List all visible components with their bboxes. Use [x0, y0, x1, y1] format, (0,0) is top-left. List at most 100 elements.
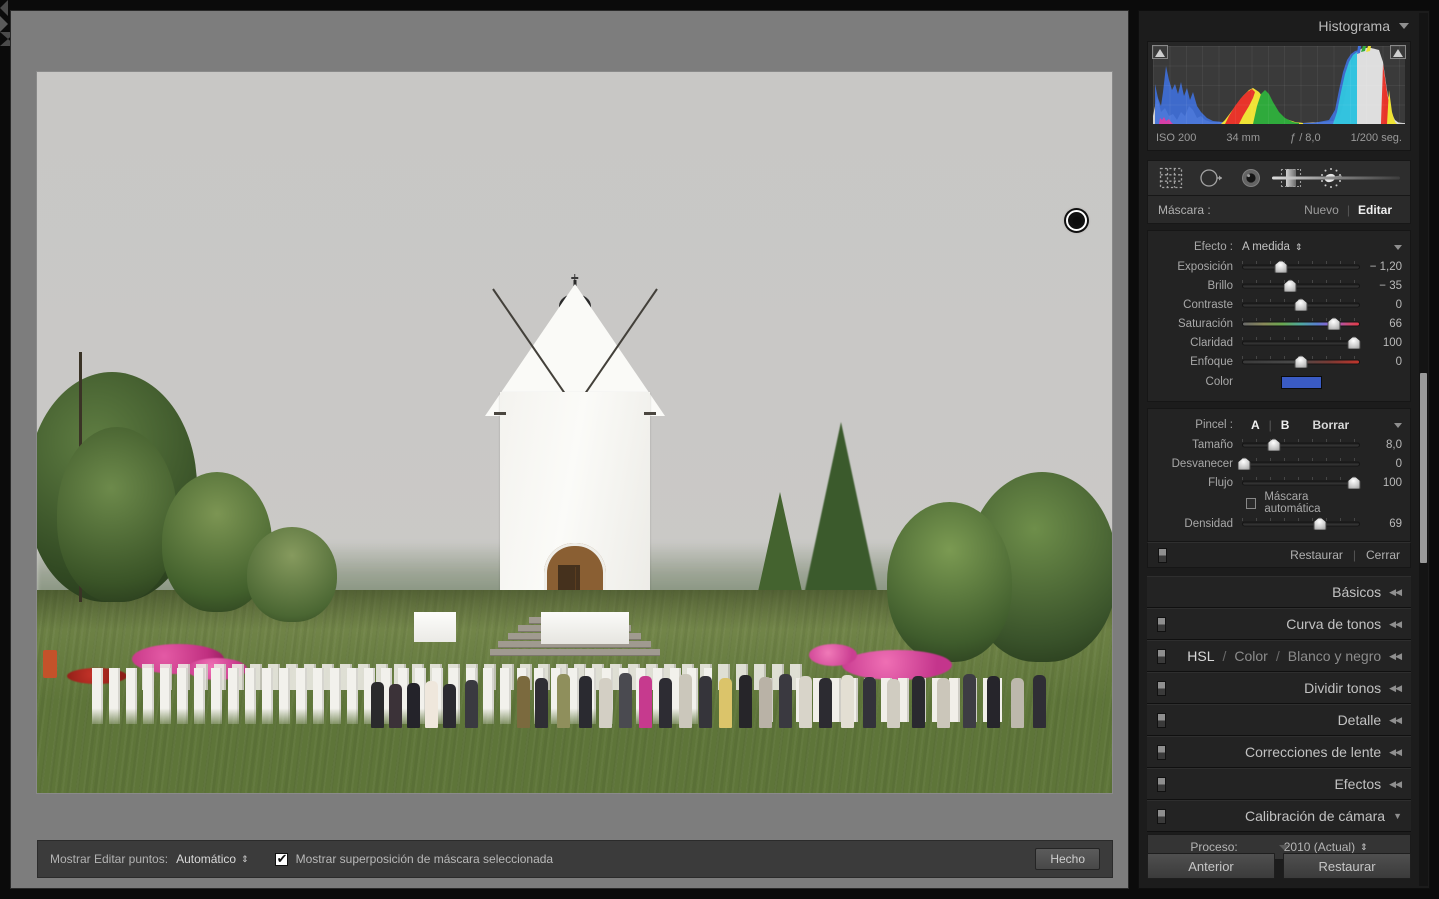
edit-pins-select[interactable]: Automático ⇕ — [176, 852, 249, 866]
slider-value[interactable]: 0 — [1360, 299, 1402, 311]
panel-title: Dividir tonos — [1304, 680, 1381, 696]
slider-label: Contraste — [1156, 299, 1242, 311]
crop-overlay-tool-icon[interactable] — [1158, 166, 1184, 190]
mask-edit-button[interactable]: Editar — [1350, 203, 1400, 217]
color-row: Color — [1148, 371, 1410, 393]
brush-erase-button[interactable]: Borrar — [1312, 418, 1349, 432]
slider-value[interactable]: 66 — [1360, 318, 1402, 330]
collapse-arrows-icon[interactable]: ◀◀ — [1389, 715, 1401, 726]
brush-stroke-indicator — [1272, 177, 1400, 180]
brush-a-button[interactable]: A — [1242, 418, 1269, 432]
panel-switch[interactable] — [1157, 745, 1166, 760]
histogram-panel[interactable]: ISO 200 34 mm ƒ / 8,0 1/200 seg. — [1147, 41, 1411, 151]
collapse-arrows-icon[interactable]: ◀◀ — [1389, 651, 1401, 662]
edit-pins-label: Mostrar Editar puntos: — [50, 852, 168, 866]
effect-collapse-icon[interactable] — [1394, 245, 1402, 250]
slider-value[interactable]: 0 — [1360, 356, 1402, 368]
slider-label: Desvanecer — [1156, 458, 1242, 470]
color-tab[interactable]: Color — [1234, 648, 1267, 664]
collapse-arrows-icon[interactable]: ◀◀ — [1389, 587, 1401, 598]
brillo-slider[interactable] — [1242, 279, 1360, 293]
panel-title: Básicos — [1332, 584, 1381, 600]
adjustment-brush-pin[interactable] — [1066, 210, 1087, 231]
histogram-header[interactable]: Histograma — [1139, 11, 1419, 41]
panel-switch[interactable] — [1157, 681, 1166, 696]
slider-row-claridad: Claridad 100 — [1148, 333, 1410, 352]
chevron-down-icon[interactable] — [1399, 23, 1409, 29]
mask-reset-button[interactable]: Restaurar — [1290, 548, 1343, 562]
panel-row-curva-de-tonos[interactable]: Curva de tonos ◀◀ — [1147, 608, 1411, 640]
shadow-clipping-indicator[interactable] — [1152, 45, 1168, 59]
color-swatch[interactable] — [1281, 376, 1322, 389]
panel-row-calibracion-camara[interactable]: Calibración de cámara ▼ — [1147, 800, 1411, 832]
panel-title: Efectos — [1334, 776, 1381, 792]
right-panel-toggle-handle[interactable] — [0, 16, 8, 32]
enfoque-slider[interactable] — [1242, 355, 1360, 369]
red-eye-tool-icon[interactable] — [1238, 166, 1264, 190]
slider-value[interactable]: − 35 — [1360, 280, 1402, 292]
effect-preset-select[interactable]: A medida ⇕ — [1242, 241, 1303, 253]
edit-pins-value: Automático — [176, 852, 236, 866]
right-panel-scroll-content: Histograma — [1139, 11, 1419, 888]
auto-mask-row: Máscara automática — [1148, 492, 1410, 514]
stepper-icon: ⇕ — [1360, 843, 1368, 852]
reset-button[interactable]: Restaurar — [1283, 853, 1411, 879]
expand-arrows-icon[interactable]: ▼ — [1393, 811, 1401, 821]
panel-row-detalle[interactable]: Detalle ◀◀ — [1147, 704, 1411, 736]
panel-switch[interactable] — [1157, 777, 1166, 792]
collapse-arrows-icon[interactable]: ◀◀ — [1389, 779, 1401, 790]
panel-switch[interactable] — [1157, 649, 1166, 664]
panel-switch[interactable] — [1157, 713, 1166, 728]
desvanecer-slider[interactable] — [1242, 457, 1360, 471]
right-panel: Histograma — [1138, 10, 1430, 889]
slider-value[interactable]: 69 — [1360, 518, 1402, 530]
exif-shutter: 1/200 seg. — [1351, 132, 1402, 144]
saturacion-slider[interactable] — [1242, 317, 1360, 331]
scrollbar-thumb[interactable] — [1420, 373, 1427, 563]
left-panel-toggle-handle[interactable] — [0, 0, 8, 16]
collapse-arrows-icon[interactable]: ◀◀ — [1389, 619, 1401, 630]
effect-preset-value: A medida — [1242, 241, 1290, 253]
slider-value[interactable]: 100 — [1360, 477, 1402, 489]
mask-enable-switch[interactable] — [1158, 548, 1167, 563]
image-canvas[interactable]: Mostrar Editar puntos: Automático ⇕ Most… — [10, 10, 1129, 889]
histogram-plot — [1153, 46, 1405, 124]
hsl-separator-2: / — [1276, 648, 1280, 664]
bw-tab[interactable]: Blanco y negro — [1288, 648, 1381, 664]
contraste-slider[interactable] — [1242, 298, 1360, 312]
slider-value[interactable]: 8,0 — [1360, 439, 1402, 451]
panel-row-basicos[interactable]: Básicos ◀◀ — [1147, 576, 1411, 608]
previous-button[interactable]: Anterior — [1147, 853, 1275, 879]
flujo-slider[interactable] — [1242, 476, 1360, 490]
slider-label: Brillo — [1156, 280, 1242, 292]
slider-value[interactable]: 0 — [1360, 458, 1402, 470]
panel-row-correcciones-lente[interactable]: Correcciones de lente ◀◀ — [1147, 736, 1411, 768]
auto-mask-checkbox[interactable] — [1246, 498, 1256, 509]
claridad-slider[interactable] — [1242, 336, 1360, 350]
panel-switch[interactable] — [1157, 809, 1166, 824]
mask-close-button[interactable]: Cerrar — [1366, 548, 1400, 562]
hsl-tab[interactable]: HSL — [1187, 648, 1214, 664]
tamano-slider[interactable] — [1242, 438, 1360, 452]
densidad-slider[interactable] — [1242, 517, 1360, 531]
panel-row-dividir-tonos[interactable]: Dividir tonos ◀◀ — [1147, 672, 1411, 704]
slider-value[interactable]: − 1,20 — [1360, 261, 1402, 273]
mask-new-button[interactable]: Nuevo — [1296, 203, 1347, 217]
highlight-clipping-indicator[interactable] — [1390, 45, 1406, 59]
spot-removal-tool-icon[interactable] — [1198, 166, 1224, 190]
panel-switch[interactable] — [1157, 617, 1166, 632]
slider-value[interactable]: 100 — [1360, 337, 1402, 349]
exposicion-slider[interactable] — [1242, 260, 1360, 274]
panel-row-efectos[interactable]: Efectos ◀◀ — [1147, 768, 1411, 800]
right-panel-scrollbar[interactable] — [1419, 13, 1428, 886]
collapse-arrows-icon[interactable]: ◀◀ — [1389, 747, 1401, 758]
show-mask-overlay-checkbox[interactable] — [275, 853, 288, 866]
collapse-arrows-icon[interactable]: ◀◀ — [1389, 683, 1401, 694]
orange-container — [43, 650, 57, 678]
photo-preview[interactable] — [37, 72, 1112, 793]
brush-b-button[interactable]: B — [1272, 418, 1299, 432]
brush-collapse-icon[interactable] — [1394, 423, 1402, 428]
panel-row-hsl-color-bn[interactable]: HSL / Color / Blanco y negro ◀◀ — [1147, 640, 1411, 672]
color-label: Color — [1156, 376, 1242, 388]
done-button[interactable]: Hecho — [1035, 848, 1100, 870]
